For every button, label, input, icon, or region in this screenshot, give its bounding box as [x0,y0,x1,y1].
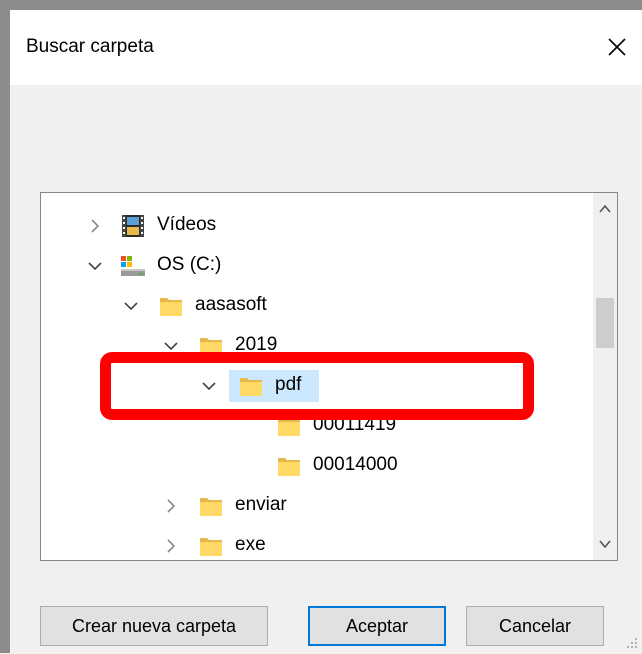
chevron-right-icon[interactable] [87,218,103,234]
scroll-down-icon[interactable] [597,536,613,552]
folder-tree[interactable]: Vídeos OS (C:) aasasoft 2019 pdf 0001141… [40,192,618,561]
accept-button[interactable]: Aceptar [308,606,446,646]
chevron-down-icon[interactable] [123,298,139,314]
folder-icon [275,452,303,480]
tree-item-label: 2019 [235,334,278,355]
tree-item-00014000[interactable]: 00014000 [41,446,581,486]
folder-browser-dialog: Buscar carpeta Vídeos OS (C:) aasasoft 2… [0,0,642,653]
title-bar: Buscar carpeta [10,10,642,85]
tree-item-label: OS (C:) [157,254,222,275]
tree-item-00011419[interactable]: 00011419 [41,406,581,446]
tree-item-os-drive[interactable]: OS (C:) [41,246,581,286]
folder-icon [197,332,225,360]
tree-item-label: 00014000 [313,454,398,475]
tree-item-videos[interactable]: Vídeos [41,206,581,246]
tree-item-pdf[interactable]: pdf [41,366,581,406]
chevron-down-icon[interactable] [163,338,179,354]
chevron-right-icon[interactable] [163,498,179,514]
tree-item-label: exe [235,534,266,555]
chevron-down-icon[interactable] [87,258,103,274]
resize-grip-icon[interactable] [624,635,638,649]
folder-icon [237,372,265,400]
cancel-button[interactable]: Cancelar [466,606,604,646]
close-icon[interactable] [602,32,632,62]
chevron-down-icon[interactable] [201,378,217,394]
tree-item-label: enviar [235,494,287,515]
folder-icon [197,492,225,520]
tree-item-label: Vídeos [157,214,217,235]
tree-item-aasasoft[interactable]: aasasoft [41,286,581,326]
tree-item-enviar[interactable]: enviar [41,486,581,526]
folder-icon [157,292,185,320]
chevron-right-icon[interactable] [163,538,179,554]
tree-item-label: aasasoft [195,294,267,315]
dialog-title: Buscar carpeta [26,36,154,57]
new-folder-button[interactable]: Crear nueva carpeta [40,606,268,646]
tree-item-2019[interactable]: 2019 [41,326,581,366]
tree-item-exe[interactable]: exe [41,526,581,560]
vertical-scrollbar[interactable] [593,193,617,560]
tree-item-label: 00011419 [313,414,397,435]
drive-icon [119,252,147,280]
folder-icon [197,532,225,560]
tree-item-label: pdf [275,374,302,395]
folder-icon [275,412,303,440]
scroll-up-icon[interactable] [597,201,613,217]
scroll-thumb[interactable] [596,298,614,348]
videos-folder-icon [119,212,147,240]
